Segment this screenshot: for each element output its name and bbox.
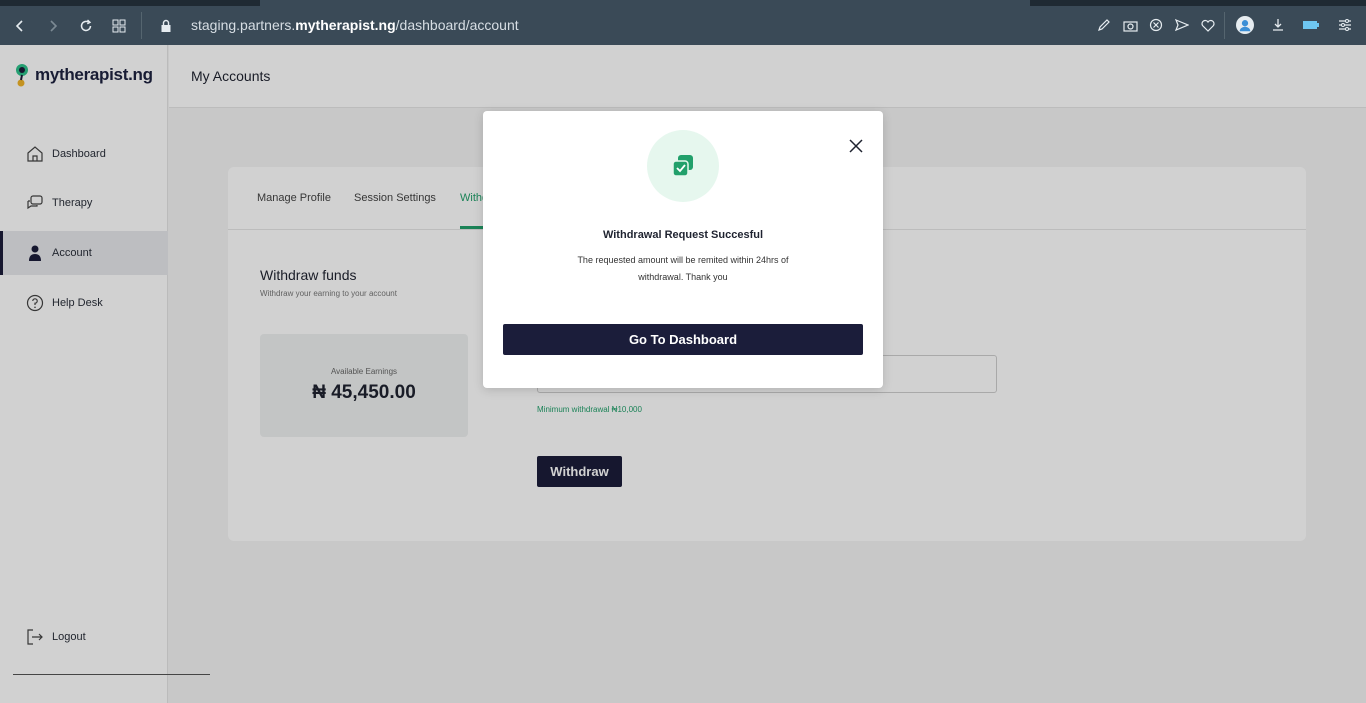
browser-toolbar: staging.partners.mytherapist.ng/dashboar… xyxy=(0,6,1366,45)
address-bar[interactable]: staging.partners.mytherapist.ng/dashboar… xyxy=(191,17,519,33)
success-modal: Withdrawal Request Succesful The request… xyxy=(483,111,883,388)
close-icon[interactable] xyxy=(845,135,867,157)
lock-icon[interactable] xyxy=(153,6,179,45)
tabs-grid-icon[interactable] xyxy=(106,6,132,45)
send-icon[interactable] xyxy=(1173,16,1191,34)
toolbar-separator xyxy=(1224,12,1225,39)
url-prefix: staging.partners. xyxy=(191,17,296,33)
success-icon-badge xyxy=(647,130,719,202)
toolbar-separator xyxy=(141,12,142,39)
download-icon[interactable] xyxy=(1269,16,1287,34)
copy-check-icon xyxy=(672,155,693,177)
go-to-dashboard-button[interactable]: Go To Dashboard xyxy=(503,324,863,355)
forward-icon[interactable] xyxy=(40,6,66,45)
edit-icon[interactable] xyxy=(1095,16,1113,34)
battery-icon[interactable] xyxy=(1302,16,1320,34)
reload-icon[interactable] xyxy=(73,6,99,45)
profile-avatar-icon[interactable] xyxy=(1236,16,1254,34)
modal-title: Withdrawal Request Succesful xyxy=(602,229,764,241)
url-path: /dashboard/account xyxy=(395,17,519,33)
camera-icon[interactable] xyxy=(1121,16,1139,34)
modal-message: The requested amount will be remited wit… xyxy=(577,255,789,282)
heart-icon[interactable] xyxy=(1199,16,1217,34)
url-domain: mytherapist.ng xyxy=(295,17,396,33)
block-icon[interactable] xyxy=(1147,16,1165,34)
back-icon[interactable] xyxy=(7,6,33,45)
menu-settings-icon[interactable] xyxy=(1336,16,1354,34)
